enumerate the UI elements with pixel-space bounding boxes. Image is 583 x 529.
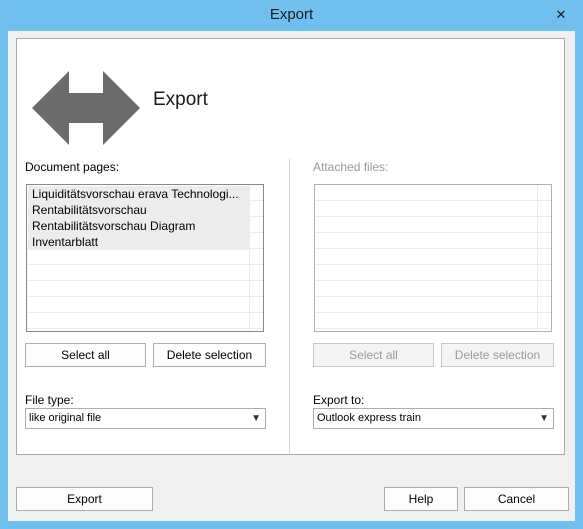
close-button[interactable]: ✕ xyxy=(551,6,571,24)
document-pages-label: Document pages: xyxy=(25,160,120,174)
list-column-divider xyxy=(249,185,250,331)
export-button[interactable]: Export xyxy=(16,487,153,511)
list-column-divider xyxy=(537,185,538,331)
title-bar[interactable]: Export ✕ xyxy=(0,0,583,31)
attached-delete-selection-button[interactable]: Delete selection xyxy=(441,343,554,367)
select-all-button[interactable]: Select all xyxy=(25,343,146,367)
help-button[interactable]: Help xyxy=(384,487,458,511)
attached-files-list[interactable] xyxy=(314,184,552,332)
list-item[interactable]: Liquiditätsvorschau erava Technologi... xyxy=(28,186,249,202)
delete-selection-button[interactable]: Delete selection xyxy=(153,343,266,367)
chevron-down-icon: ▼ xyxy=(251,413,261,424)
list-item[interactable]: Rentabilitätsvorschau Diagram xyxy=(28,218,249,234)
attached-files-label: Attached files: xyxy=(313,160,389,174)
header-title: Export xyxy=(153,89,208,110)
list-item[interactable]: Inventarblatt xyxy=(28,234,249,250)
chevron-down-icon: ▼ xyxy=(539,413,549,424)
export-to-label: Export to: xyxy=(313,393,365,407)
list-item[interactable]: Rentabilitätsvorschau xyxy=(28,202,249,218)
list-items: Liquiditätsvorschau erava Technologi... … xyxy=(28,186,249,250)
export-to-value: Outlook express train xyxy=(317,412,421,424)
export-dialog: Export ✕ Export Document pages: Liquidit… xyxy=(0,0,583,529)
file-type-label: File type: xyxy=(25,393,74,407)
document-pages-list[interactable]: Liquiditätsvorschau erava Technologi... … xyxy=(26,184,264,332)
file-type-select[interactable]: like original file ▼ xyxy=(25,408,266,429)
export-panel: Export Document pages: Liquiditätsvorsch… xyxy=(16,38,565,455)
dialog-client-area: Export Document pages: Liquiditätsvorsch… xyxy=(8,31,575,521)
close-icon: ✕ xyxy=(555,7,567,22)
cancel-button[interactable]: Cancel xyxy=(464,487,569,511)
export-to-select[interactable]: Outlook express train ▼ xyxy=(313,408,554,429)
column-divider xyxy=(289,159,290,454)
attached-select-all-button[interactable]: Select all xyxy=(313,343,434,367)
file-type-value: like original file xyxy=(29,412,102,424)
window-title: Export xyxy=(269,6,314,23)
list-grid xyxy=(315,185,551,331)
double-arrow-left-right-icon xyxy=(32,71,140,145)
